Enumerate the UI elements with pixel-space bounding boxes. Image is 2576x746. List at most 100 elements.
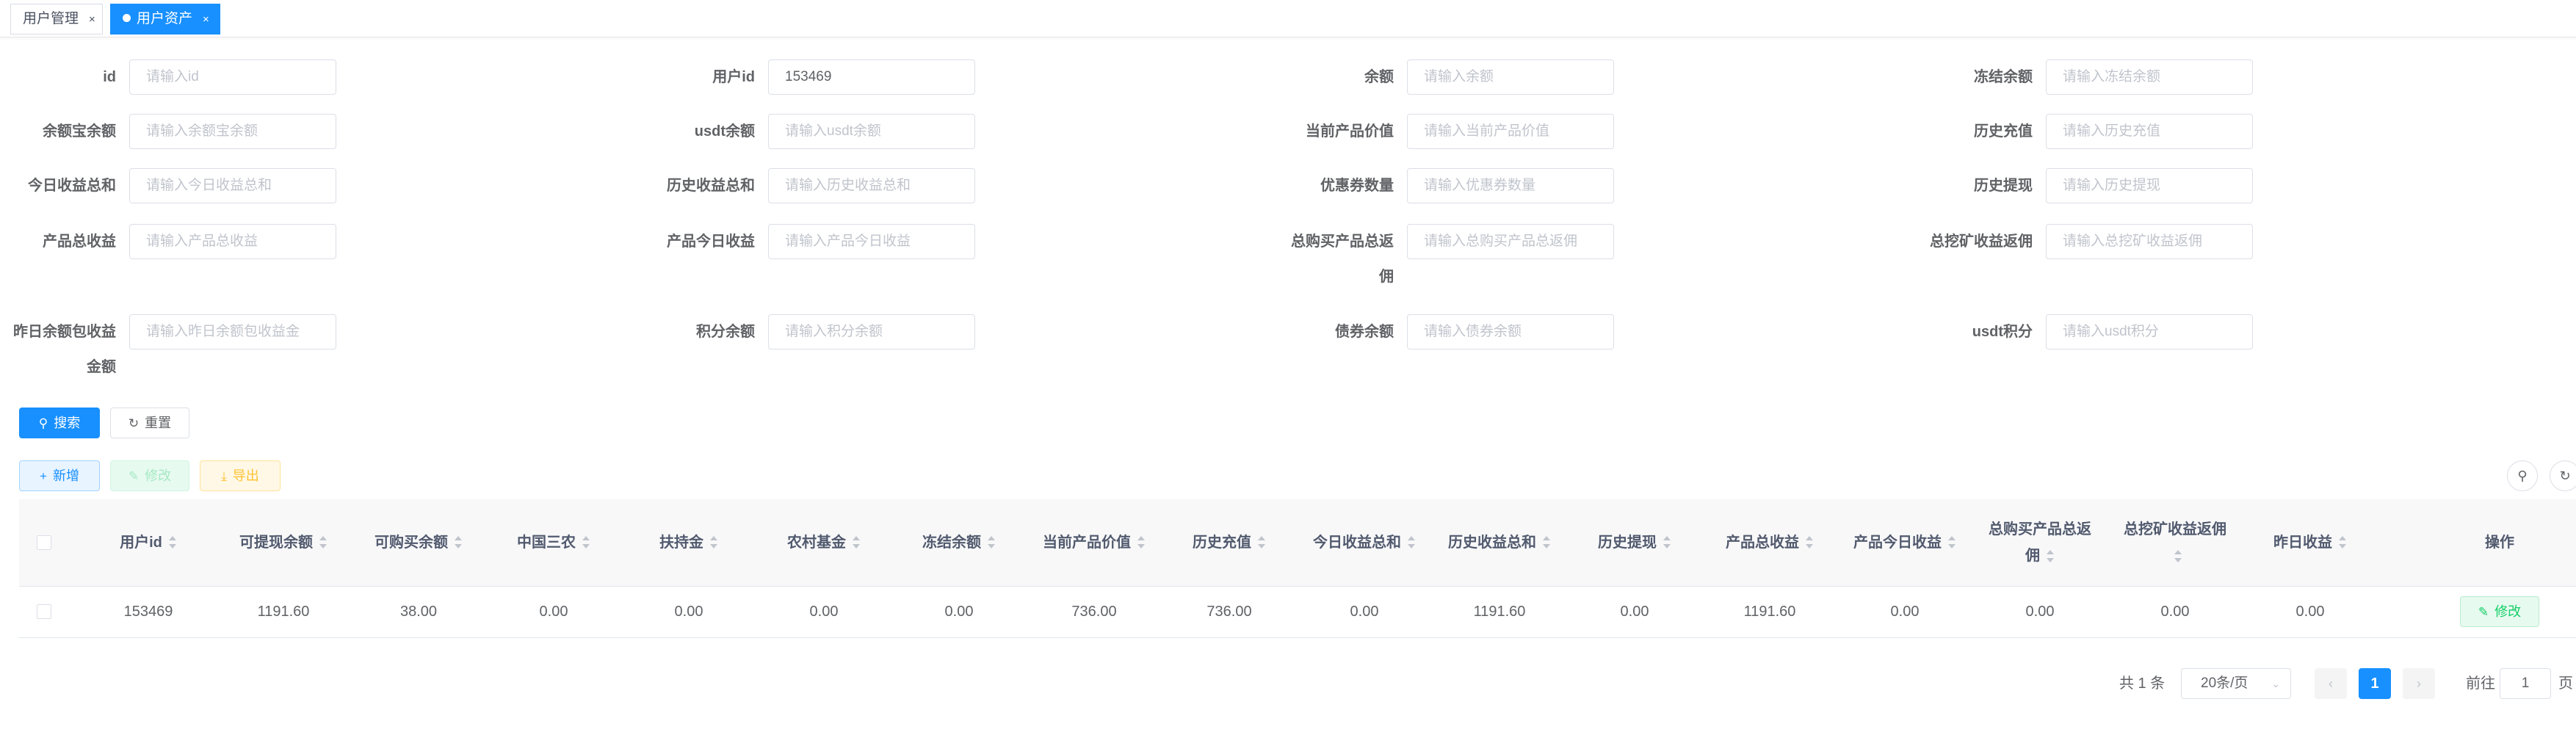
filter-label-balance: 余额 [1364,69,1394,85]
filter-input-product-total-income[interactable] [129,224,336,259]
edit-icon: ✎ [2478,605,2489,619]
filter-input-history-withdraw[interactable] [2046,168,2253,203]
sort-caret-icon[interactable] [1407,535,1416,551]
sort-caret-icon[interactable] [1947,535,1956,551]
row-checkbox-cell[interactable] [29,586,59,637]
sort-caret-icon[interactable] [2338,535,2347,551]
filter-input-balance[interactable] [1407,59,1614,95]
column-header[interactable]: 农村基金 [756,499,891,586]
filter-input-usdt-points[interactable] [2046,314,2253,350]
download-icon: ⤓ [221,469,227,483]
filter-label-total-purchase-rebate: 总购买产品总返佣 [1291,233,1394,285]
table-cell: 0.00 [539,603,568,620]
prev-page-button[interactable]: ‹ [2315,668,2347,699]
add-button[interactable]: + 新增 [19,460,100,491]
export-button[interactable]: ⤓ 导出 [200,460,281,491]
table-cell: 0.00 [2025,603,2055,620]
table-cell: 38.00 [399,603,438,620]
filter-label-user-id: 用户id [712,69,755,85]
sort-caret-icon[interactable] [582,535,590,551]
search-button[interactable]: ⚲ 搜索 [19,408,100,438]
sort-caret-icon[interactable] [319,535,328,551]
sort-caret-icon[interactable] [1805,535,1814,551]
page-size-select[interactable]: 20条/页 ⌄ [2181,668,2291,699]
row-edit-button[interactable]: ✎ 修改 [2460,596,2539,627]
column-header[interactable]: 历史提现 [1567,499,1702,586]
export-button-label: 导出 [232,468,259,483]
edit-icon: ✎ [128,469,140,483]
filter-input-bond-balance[interactable] [1407,314,1614,350]
filter-input-current-product-value[interactable] [1407,114,1614,149]
filter-input-total-purchase-rebate[interactable] [1407,224,1614,259]
edit-button[interactable]: ✎ 修改 [110,460,189,491]
row-edit-label: 修改 [2494,604,2522,619]
tab-label: 用户资产 [137,11,193,26]
column-header[interactable]: 产品今日收益 [1837,499,1972,586]
row-checkbox[interactable] [37,604,51,619]
column-header[interactable]: 中国三农 [486,499,621,586]
sort-caret-icon[interactable] [1257,535,1266,551]
filter-label-frozen-balance: 冻结余额 [1974,69,2033,85]
column-header[interactable]: 历史充值 [1162,499,1297,586]
filter-label-history-recharge: 历史充值 [1974,123,2033,140]
table-cell: 0.00 [809,603,839,620]
column-header[interactable]: 可提现余额 [216,499,351,586]
column-header[interactable]: 用户id [81,499,216,586]
filter-input-points-balance[interactable] [768,314,975,350]
column-header[interactable]: 当前产品价值 [1027,499,1162,586]
filter-input-product-today-income[interactable] [768,224,975,259]
goto-page-input[interactable]: 1 [2500,668,2551,699]
filter-input-today-income-total[interactable] [129,168,336,203]
filter-label-history-withdraw: 历史提现 [1974,178,2033,194]
select-all-checkbox-cell[interactable] [29,499,59,586]
reset-button[interactable]: ↻ 重置 [110,408,189,438]
table-row: 153469 1191.60 38.00 0.00 0.00 0.00 0.00… [19,586,2576,638]
column-header[interactable]: 冻结余额 [891,499,1027,586]
filter-input-yesterday-yuebao-income[interactable] [129,314,336,350]
active-dot-icon [123,14,131,22]
filter-input-id[interactable] [129,59,336,95]
toggle-search-button[interactable]: ⚲ [2507,460,2538,491]
filter-input-usdt-balance[interactable] [768,114,975,149]
filter-input-history-recharge[interactable] [2046,114,2253,149]
close-icon[interactable]: × [89,13,95,26]
sort-caret-icon[interactable] [987,535,996,551]
next-page-button[interactable]: › [2403,668,2435,699]
tab-user-management[interactable]: 用户管理 × [10,4,103,35]
sort-caret-icon[interactable] [709,535,718,551]
column-header[interactable]: 历史收益总和 [1432,499,1567,586]
column-header[interactable]: 产品总收益 [1702,499,1837,586]
sort-caret-icon[interactable] [454,535,463,551]
tab-user-assets[interactable]: 用户资产 × [110,4,220,35]
column-header[interactable]: 今日收益总和 [1297,499,1432,586]
sort-caret-icon[interactable] [1663,535,1671,551]
sort-caret-icon[interactable] [1137,535,1146,551]
close-icon[interactable]: × [203,13,209,26]
sort-caret-icon[interactable] [2174,548,2182,565]
filter-input-history-income-total[interactable] [768,168,975,203]
pagination-total: 共 1 条 [2119,676,2166,692]
column-header[interactable]: 昨日收益 [2243,499,2378,586]
refresh-table-button[interactable]: ↻ [2550,460,2576,491]
filter-input-user-id[interactable] [768,59,975,95]
sort-caret-icon[interactable] [852,535,861,551]
page-number-current[interactable]: 1 [2359,668,2391,699]
filter-input-frozen-balance[interactable] [2046,59,2253,95]
filter-input-coupon-count[interactable] [1407,168,1614,203]
filter-input-yuebao-balance[interactable] [129,114,336,149]
column-header[interactable]: 总购买产品总返佣 [1989,499,2091,586]
sort-caret-icon[interactable] [2046,548,2055,565]
filter-input-total-mining-rebate[interactable] [2046,224,2253,259]
sort-caret-icon[interactable] [168,535,177,551]
column-header[interactable]: 扶持金 [621,499,756,586]
select-all-checkbox[interactable] [37,535,51,550]
row-actions-cell: ✎ 修改 [2432,586,2567,637]
column-header[interactable]: 可购买余额 [351,499,486,586]
filter-label-yesterday-yuebao-income: 昨日余额包收益金额 [13,324,116,375]
table-cell: 1191.60 [1743,603,1796,620]
page-size-value: 20条/页 [2201,676,2248,691]
edit-button-label: 修改 [145,468,172,483]
table-cell: 736.00 [1206,603,1252,620]
sort-caret-icon[interactable] [1542,535,1551,551]
column-header[interactable]: 总挖矿收益返佣 [2124,499,2226,586]
